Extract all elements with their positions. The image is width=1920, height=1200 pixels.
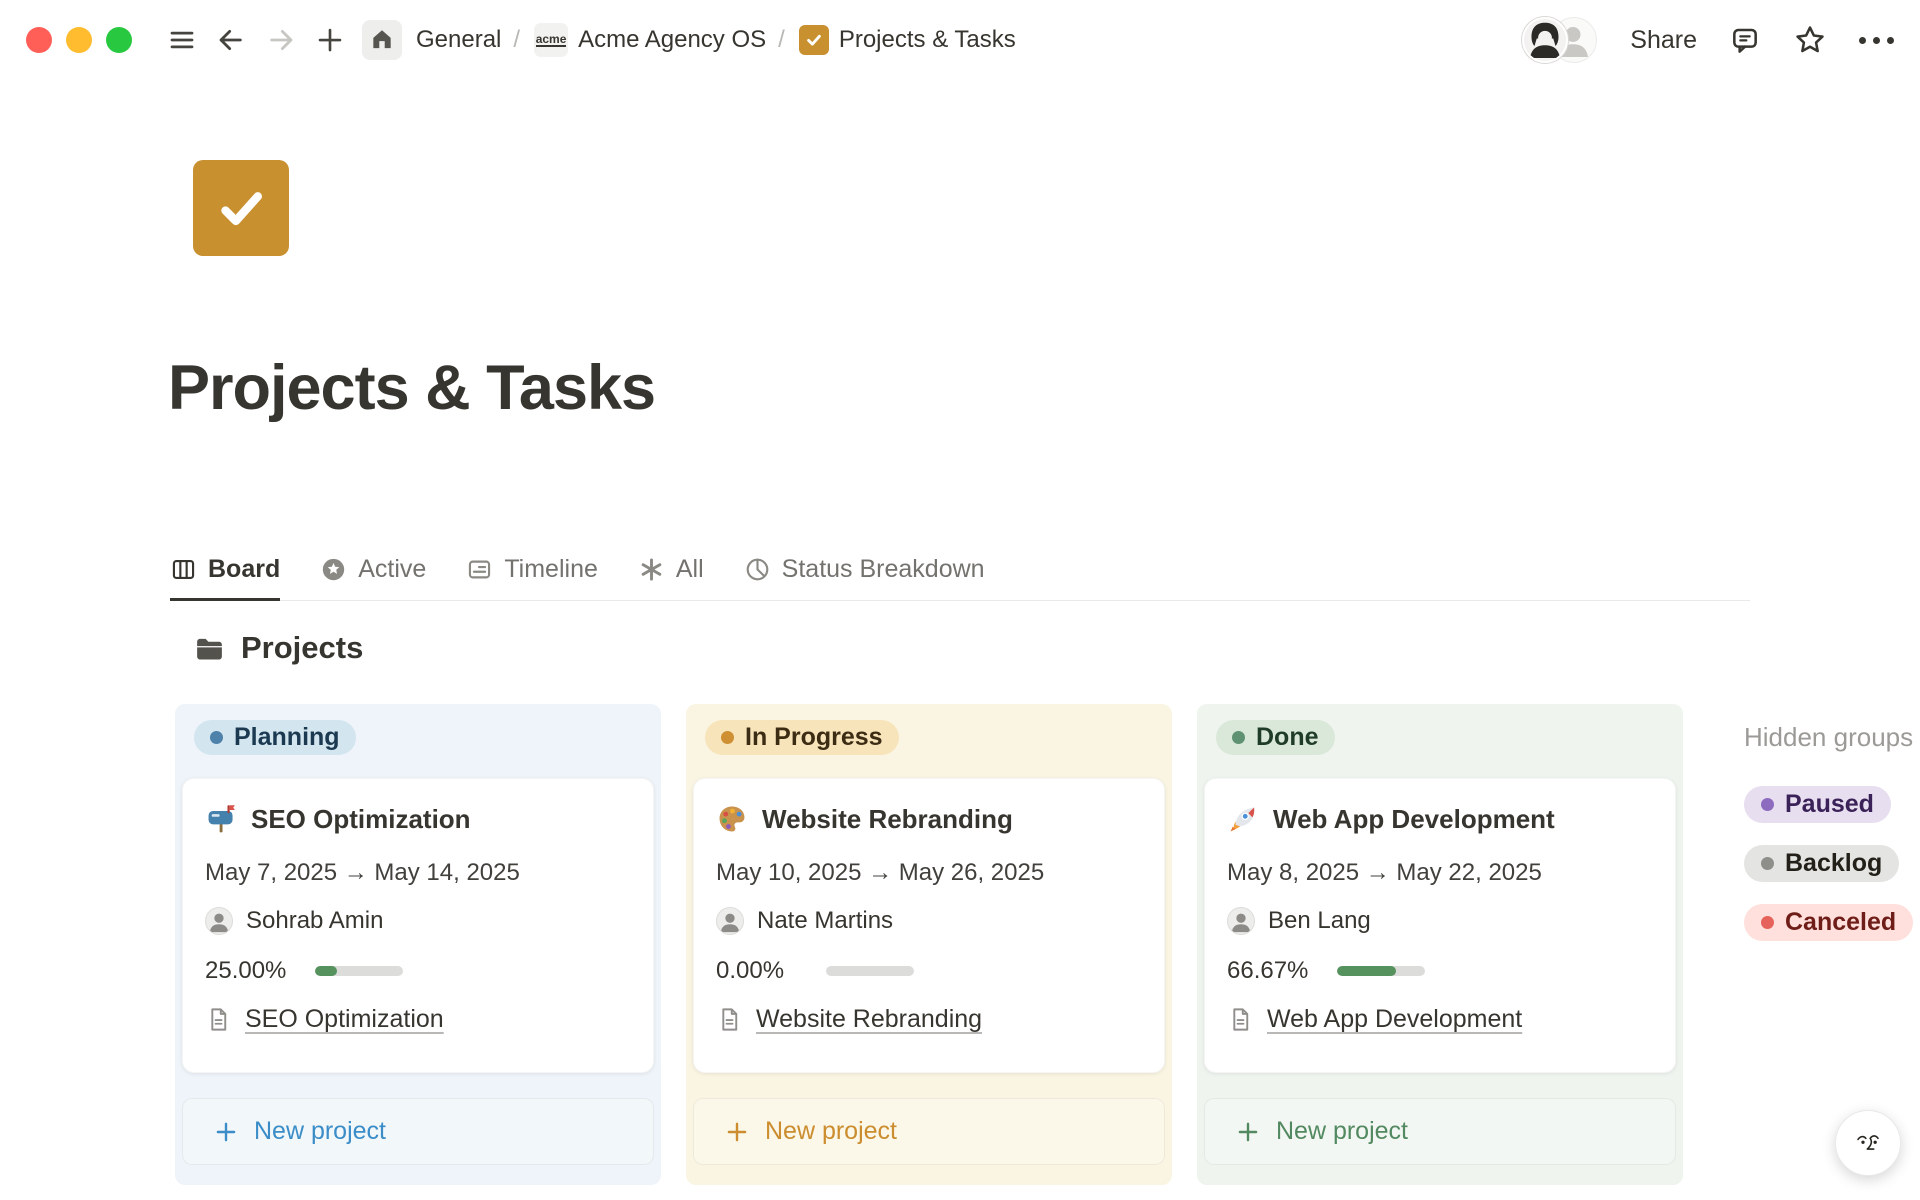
window-top-bar: General / acme Acme Agency OS / Projects… — [0, 0, 1920, 80]
new-project-button[interactable]: New project — [182, 1098, 654, 1165]
board-column-in-progress: In Progress Website Rebranding May 10, 2… — [686, 704, 1172, 1185]
progress-percent: 0.00% — [716, 957, 826, 985]
notion-ai-button[interactable] — [1835, 1110, 1901, 1176]
person-name: Sohrab Amin — [246, 907, 383, 935]
breadcrumb-projects-tasks[interactable]: Projects & Tasks — [839, 26, 1016, 54]
avatar — [1522, 17, 1568, 63]
folder-icon — [193, 632, 226, 665]
star-circle-icon — [320, 556, 347, 583]
avatar — [716, 907, 744, 935]
new-page-plus-icon[interactable] — [315, 25, 345, 55]
favorite-star-icon[interactable] — [1793, 23, 1827, 57]
ai-face-icon — [1848, 1123, 1888, 1163]
palette-emoji-icon — [716, 803, 748, 835]
acme-logo-icon: acme — [534, 23, 568, 57]
avatar — [205, 907, 233, 935]
breadcrumb: General / acme Acme Agency OS / Projects… — [406, 23, 1020, 57]
mailbox-emoji-icon — [205, 803, 237, 835]
progress-percent: 66.67% — [1227, 957, 1337, 985]
card-page-link[interactable]: Web App Development — [1267, 1005, 1522, 1034]
forward-arrow-icon[interactable] — [265, 24, 297, 56]
home-icon[interactable] — [362, 20, 402, 60]
breadcrumb-separator: / — [513, 26, 520, 54]
status-pill-in-progress[interactable]: In Progress — [705, 720, 899, 755]
hidden-groups-title: Hidden groups — [1744, 722, 1920, 753]
back-arrow-icon[interactable] — [215, 24, 247, 56]
new-project-button[interactable]: New project — [1204, 1098, 1676, 1165]
status-dot — [1761, 798, 1774, 811]
progress-percent: 25.00% — [205, 957, 315, 985]
tab-status-breakdown[interactable]: Status Breakdown — [744, 541, 985, 601]
tab-all[interactable]: All — [638, 541, 704, 601]
progress-bar — [1337, 966, 1425, 976]
page-doc-icon — [1227, 1006, 1254, 1033]
page-icon-checkbox[interactable] — [193, 160, 289, 256]
tab-timeline[interactable]: Timeline — [466, 541, 598, 601]
zoom-window-button[interactable] — [106, 27, 132, 53]
status-dot — [1761, 857, 1774, 870]
traffic-lights — [26, 27, 132, 53]
timeline-icon — [466, 556, 493, 583]
project-card-web-app-development[interactable]: Web App Development May 8, 2025 → May 22… — [1204, 778, 1676, 1073]
share-button[interactable]: Share — [1630, 26, 1697, 55]
board-icon — [170, 556, 197, 583]
projects-section-header: Projects — [193, 630, 363, 666]
page-doc-icon — [205, 1006, 232, 1033]
rocket-emoji-icon — [1227, 803, 1259, 835]
breadcrumb-acme-agency-os[interactable]: Acme Agency OS — [578, 26, 766, 54]
plus-icon — [724, 1119, 750, 1145]
hidden-group-paused[interactable]: Paused — [1744, 786, 1891, 823]
person-name: Ben Lang — [1268, 907, 1371, 935]
tab-active[interactable]: Active — [320, 541, 426, 601]
status-pill-done[interactable]: Done — [1216, 720, 1335, 755]
more-options-icon[interactable] — [1859, 37, 1894, 44]
status-dot — [1232, 731, 1245, 744]
new-project-button[interactable]: New project — [693, 1098, 1165, 1165]
section-title: Projects — [241, 630, 363, 666]
card-dates: May 8, 2025 → May 22, 2025 — [1227, 859, 1653, 887]
card-dates: May 7, 2025 → May 14, 2025 — [205, 859, 631, 887]
status-dot — [1761, 916, 1774, 929]
avatar — [1227, 907, 1255, 935]
minimize-window-button[interactable] — [66, 27, 92, 53]
hidden-groups-rail: Hidden groups Paused Backlog Canceled — [1744, 722, 1920, 941]
status-dot — [210, 731, 223, 744]
card-title: Website Rebranding — [762, 804, 1013, 835]
person-name: Nate Martins — [757, 907, 893, 935]
kanban-board: Planning SEO Optimization May 7, 2025 → … — [175, 704, 1683, 1185]
pie-chart-icon — [744, 556, 771, 583]
card-page-link[interactable]: Website Rebranding — [756, 1005, 982, 1034]
card-dates: May 10, 2025 → May 26, 2025 — [716, 859, 1142, 887]
card-title: Web App Development — [1273, 804, 1555, 835]
plus-icon — [1235, 1119, 1261, 1145]
breadcrumb-general[interactable]: General — [416, 26, 501, 54]
status-pill-planning[interactable]: Planning — [194, 720, 356, 755]
collaborator-avatars[interactable] — [1522, 16, 1598, 64]
card-title: SEO Optimization — [251, 804, 471, 835]
page-doc-icon — [716, 1006, 743, 1033]
page-title: Projects & Tasks — [168, 352, 655, 424]
hidden-group-canceled[interactable]: Canceled — [1744, 904, 1913, 941]
view-tabs-bar: Board Active Timeline All Status Breakdo… — [170, 541, 1750, 601]
project-card-website-rebranding[interactable]: Website Rebranding May 10, 2025 → May 26… — [693, 778, 1165, 1073]
progress-bar — [826, 966, 914, 976]
progress-bar — [315, 966, 403, 976]
tab-board[interactable]: Board — [170, 541, 280, 601]
sidebar-menu-icon[interactable] — [167, 25, 197, 55]
project-card-seo-optimization[interactable]: SEO Optimization May 7, 2025 → May 14, 2… — [182, 778, 654, 1073]
orange-checkbox-icon — [799, 25, 829, 55]
plus-icon — [213, 1119, 239, 1145]
board-column-planning: Planning SEO Optimization May 7, 2025 → … — [175, 704, 661, 1185]
board-column-done: Done Web App Development May 8, 2025 → M… — [1197, 704, 1683, 1185]
close-window-button[interactable] — [26, 27, 52, 53]
breadcrumb-separator: / — [778, 26, 785, 54]
card-page-link[interactable]: SEO Optimization — [245, 1005, 444, 1034]
comments-icon[interactable] — [1729, 24, 1761, 56]
status-dot — [721, 731, 734, 744]
asterisk-icon — [638, 556, 665, 583]
hidden-group-backlog[interactable]: Backlog — [1744, 845, 1899, 882]
